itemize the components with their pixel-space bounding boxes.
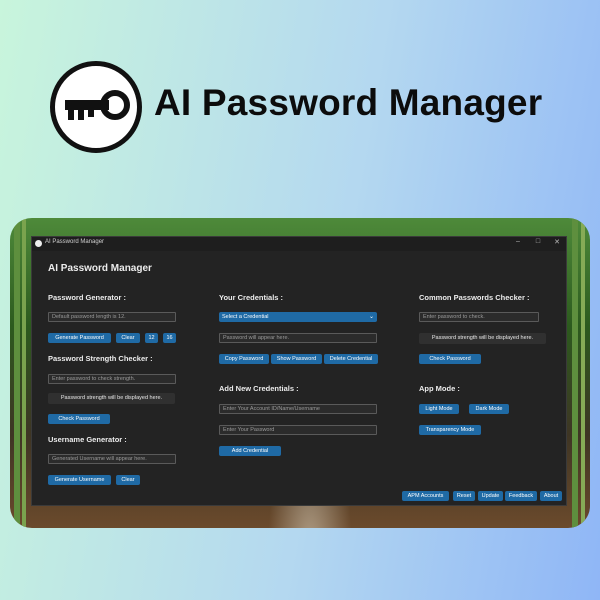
chevron-down-icon: ⌄ bbox=[368, 314, 374, 320]
credential-select-value: Select a Credential bbox=[222, 314, 269, 320]
app-title: AI Password Manager bbox=[48, 263, 152, 274]
credential-select[interactable]: Select a Credential ⌄ bbox=[219, 312, 377, 322]
close-button[interactable]: ✕ bbox=[551, 238, 563, 246]
password-generator-field[interactable]: Default password length is 12. bbox=[48, 312, 176, 322]
maximize-button[interactable]: □ bbox=[532, 238, 544, 245]
add-credential-button[interactable]: Add Credential bbox=[219, 446, 281, 456]
apm-accounts-button[interactable]: APM Accounts bbox=[402, 491, 449, 501]
common-result-label: Password strength will be displayed here… bbox=[419, 333, 546, 344]
add-credentials-heading: Add New Credentials : bbox=[219, 384, 299, 393]
generate-password-button[interactable]: Generate Password bbox=[48, 333, 111, 343]
transparency-mode-button[interactable]: Transparency Mode bbox=[419, 425, 481, 435]
credentials-heading: Your Credentials : bbox=[219, 293, 284, 302]
copy-password-button[interactable]: Copy Password bbox=[219, 354, 269, 364]
hero-title: AI Password Manager bbox=[154, 82, 543, 123]
app-window: AI Password Manager – □ ✕ AI Password Ma… bbox=[31, 236, 567, 506]
generate-username-button[interactable]: Generate Username bbox=[48, 475, 111, 485]
about-button[interactable]: About bbox=[540, 491, 562, 501]
app-logo-icon bbox=[35, 240, 42, 247]
clear-username-button[interactable]: Clear bbox=[116, 475, 140, 485]
show-password-button[interactable]: Show Password bbox=[271, 354, 322, 364]
delete-credential-button[interactable]: Delete Credential bbox=[324, 354, 378, 364]
length-16-button[interactable]: 16 bbox=[163, 333, 176, 343]
window-title: AI Password Manager bbox=[45, 239, 105, 245]
window-titlebar: AI Password Manager – □ ✕ bbox=[32, 237, 566, 251]
strength-password-field[interactable]: Enter password to check strength. bbox=[48, 374, 176, 384]
dark-mode-button[interactable]: Dark Mode bbox=[469, 404, 509, 414]
reset-button[interactable]: Reset bbox=[453, 491, 475, 501]
strength-checker-heading: Password Strength Checker : bbox=[48, 354, 153, 363]
minimize-button[interactable]: – bbox=[512, 238, 524, 245]
length-12-button[interactable]: 12 bbox=[145, 333, 158, 343]
feedback-button[interactable]: Feedback bbox=[505, 491, 537, 501]
strength-result-label: Password strength will be displayed here… bbox=[48, 393, 175, 404]
key-logo-icon bbox=[50, 61, 142, 153]
clear-password-button[interactable]: Clear bbox=[116, 333, 140, 343]
common-checker-heading: Common Passwords Checker : bbox=[419, 293, 530, 302]
common-password-field[interactable]: Enter password to check. bbox=[419, 312, 539, 322]
update-button[interactable]: Update bbox=[478, 491, 503, 501]
light-mode-button[interactable]: Light Mode bbox=[419, 404, 459, 414]
check-strength-button[interactable]: Check Password bbox=[48, 414, 110, 424]
account-id-field[interactable]: Enter Your Account ID/Name/Username bbox=[219, 404, 377, 414]
username-generator-heading: Username Generator : bbox=[48, 435, 127, 444]
password-generator-heading: Password Generator : bbox=[48, 293, 126, 302]
new-password-field[interactable]: Enter Your Password bbox=[219, 425, 377, 435]
credential-password-field[interactable]: Password will appear here. bbox=[219, 333, 377, 343]
username-field[interactable]: Generated Username will appear here. bbox=[48, 454, 176, 464]
app-mode-heading: App Mode : bbox=[419, 384, 460, 393]
check-common-button[interactable]: Check Password bbox=[419, 354, 481, 364]
